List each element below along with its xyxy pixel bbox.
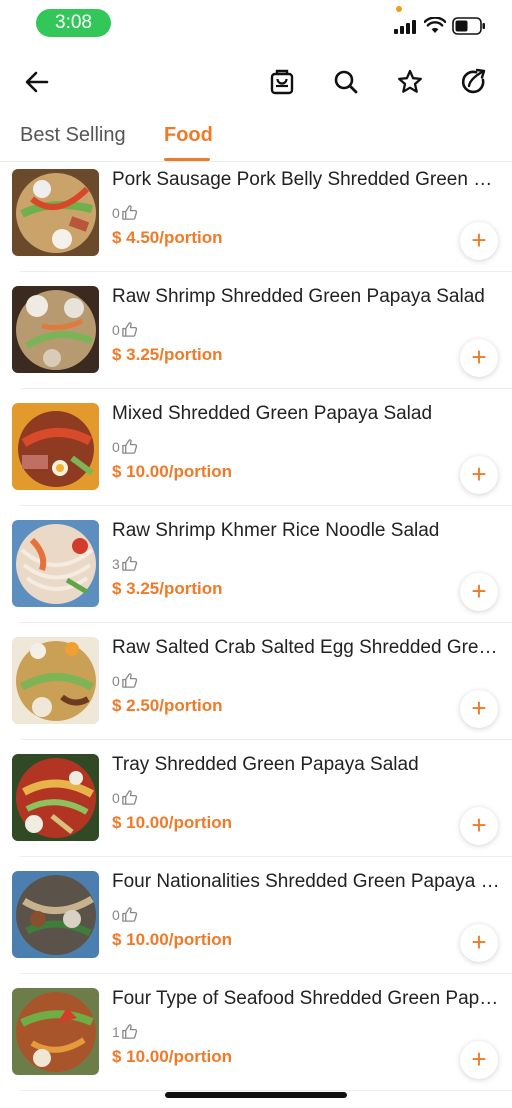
- add-to-cart-button[interactable]: +: [460, 1041, 498, 1079]
- item-price: $ 10.00/portion: [112, 462, 232, 481]
- like-count-value: 0: [112, 789, 120, 806]
- like-count[interactable]: 1: [112, 1023, 138, 1040]
- like-count-value: 0: [112, 321, 120, 338]
- category-tabs: Best Selling Food: [0, 112, 512, 162]
- list-item[interactable]: Mixed Shredded Green Papaya Salad 0 $ 10…: [0, 397, 512, 514]
- list-item[interactable]: Tray Shredded Green Papaya Salad 0 $ 10.…: [0, 748, 512, 865]
- divider: [20, 388, 512, 389]
- thumbs-up-icon: [122, 205, 137, 220]
- item-price: $ 3.25/portion: [112, 345, 223, 364]
- divider: [20, 622, 512, 623]
- active-tab-underline: [164, 158, 210, 161]
- item-name: Four Nationalities Shredded Green Papaya…: [112, 871, 502, 892]
- like-count-value: 0: [112, 672, 120, 689]
- tab-best-selling[interactable]: Best Selling: [20, 124, 126, 147]
- wifi-icon: [424, 17, 446, 33]
- item-name: Pork Sausage Pork Belly Shredded Green P…: [112, 169, 502, 190]
- item-name: Mixed Shredded Green Papaya Salad: [112, 403, 433, 424]
- food-photo: [12, 637, 99, 724]
- list-item[interactable]: Raw Salted Crab Salted Egg Shredded Gree…: [0, 631, 512, 748]
- thumbs-up-icon: [122, 907, 137, 922]
- food-photo: [12, 286, 99, 373]
- like-count-value: 0: [112, 438, 120, 455]
- food-photo: [12, 169, 99, 256]
- item-price: $ 10.00/portion: [112, 1047, 232, 1066]
- list-item[interactable]: Four Type of Seafood Shredded Green Papa…: [0, 982, 512, 1099]
- divider: [20, 973, 512, 974]
- item-price: $ 4.50/portion: [112, 228, 223, 247]
- home-indicator[interactable]: [165, 1092, 347, 1098]
- food-photo: [12, 754, 99, 841]
- add-to-cart-button[interactable]: +: [460, 690, 498, 728]
- like-count[interactable]: 0: [112, 321, 138, 338]
- add-to-cart-button[interactable]: +: [460, 456, 498, 494]
- top-navigation: [0, 56, 512, 108]
- like-count-value: 0: [112, 906, 120, 923]
- divider: [20, 739, 512, 740]
- like-count[interactable]: 0: [112, 789, 138, 806]
- food-photo: [12, 403, 99, 490]
- item-price: $ 2.50/portion: [112, 696, 223, 715]
- item-name: Raw Shrimp Shredded Green Papaya Salad: [112, 286, 485, 307]
- back-arrow-icon[interactable]: [19, 64, 55, 100]
- food-photo: [12, 520, 99, 607]
- like-count[interactable]: 0: [112, 672, 138, 689]
- tab-food[interactable]: Food: [164, 124, 213, 147]
- like-count[interactable]: 0: [112, 438, 138, 455]
- food-photo: [12, 871, 99, 958]
- item-name: Raw Salted Crab Salted Egg Shredded Gree…: [112, 637, 502, 658]
- product-list[interactable]: Pork Sausage Pork Belly Shredded Green P…: [0, 163, 512, 1108]
- privacy-indicator-dot: [396, 6, 402, 12]
- search-icon[interactable]: [328, 64, 364, 100]
- star-icon[interactable]: [392, 64, 428, 100]
- list-item[interactable]: Raw Shrimp Khmer Rice Noodle Salad 3 $ 3…: [0, 514, 512, 631]
- list-item[interactable]: Four Nationalities Shredded Green Papaya…: [0, 865, 512, 982]
- food-photo: [12, 988, 99, 1075]
- item-name: Four Type of Seafood Shredded Green Papa…: [112, 988, 502, 1009]
- thumbs-up-icon: [122, 1024, 137, 1039]
- battery-icon: [452, 17, 485, 35]
- add-to-cart-button[interactable]: +: [460, 222, 498, 260]
- add-to-cart-button[interactable]: +: [460, 807, 498, 845]
- like-count-value: 1: [112, 1023, 120, 1040]
- divider: [20, 505, 512, 506]
- like-count-value: 3: [112, 555, 120, 572]
- like-count-value: 0: [112, 204, 120, 221]
- status-time: 3:08: [36, 9, 111, 37]
- divider: [20, 1090, 512, 1091]
- list-item[interactable]: Raw Shrimp Shredded Green Papaya Salad 0…: [0, 280, 512, 397]
- item-price: $ 10.00/portion: [112, 930, 232, 949]
- share-icon[interactable]: [456, 64, 492, 100]
- divider: [20, 271, 512, 272]
- list-item[interactable]: Pork Sausage Pork Belly Shredded Green P…: [0, 163, 512, 280]
- add-to-cart-button[interactable]: +: [460, 339, 498, 377]
- add-to-cart-button[interactable]: +: [460, 573, 498, 611]
- like-count[interactable]: 3: [112, 555, 138, 572]
- like-count[interactable]: 0: [112, 204, 138, 221]
- thumbs-up-icon: [122, 673, 137, 688]
- thumbs-up-icon: [122, 439, 137, 454]
- item-price: $ 10.00/portion: [112, 813, 232, 832]
- item-price: $ 3.25/portion: [112, 579, 223, 598]
- cellular-signal-icon: [394, 20, 416, 34]
- shopping-bag-icon[interactable]: [264, 64, 300, 100]
- status-bar: 3:08: [0, 0, 512, 46]
- like-count[interactable]: 0: [112, 906, 138, 923]
- thumbs-up-icon: [122, 556, 137, 571]
- thumbs-up-icon: [122, 322, 137, 337]
- thumbs-up-icon: [122, 790, 137, 805]
- divider: [20, 856, 512, 857]
- add-to-cart-button[interactable]: +: [460, 924, 498, 962]
- item-name: Tray Shredded Green Papaya Salad: [112, 754, 419, 775]
- item-name: Raw Shrimp Khmer Rice Noodle Salad: [112, 520, 440, 541]
